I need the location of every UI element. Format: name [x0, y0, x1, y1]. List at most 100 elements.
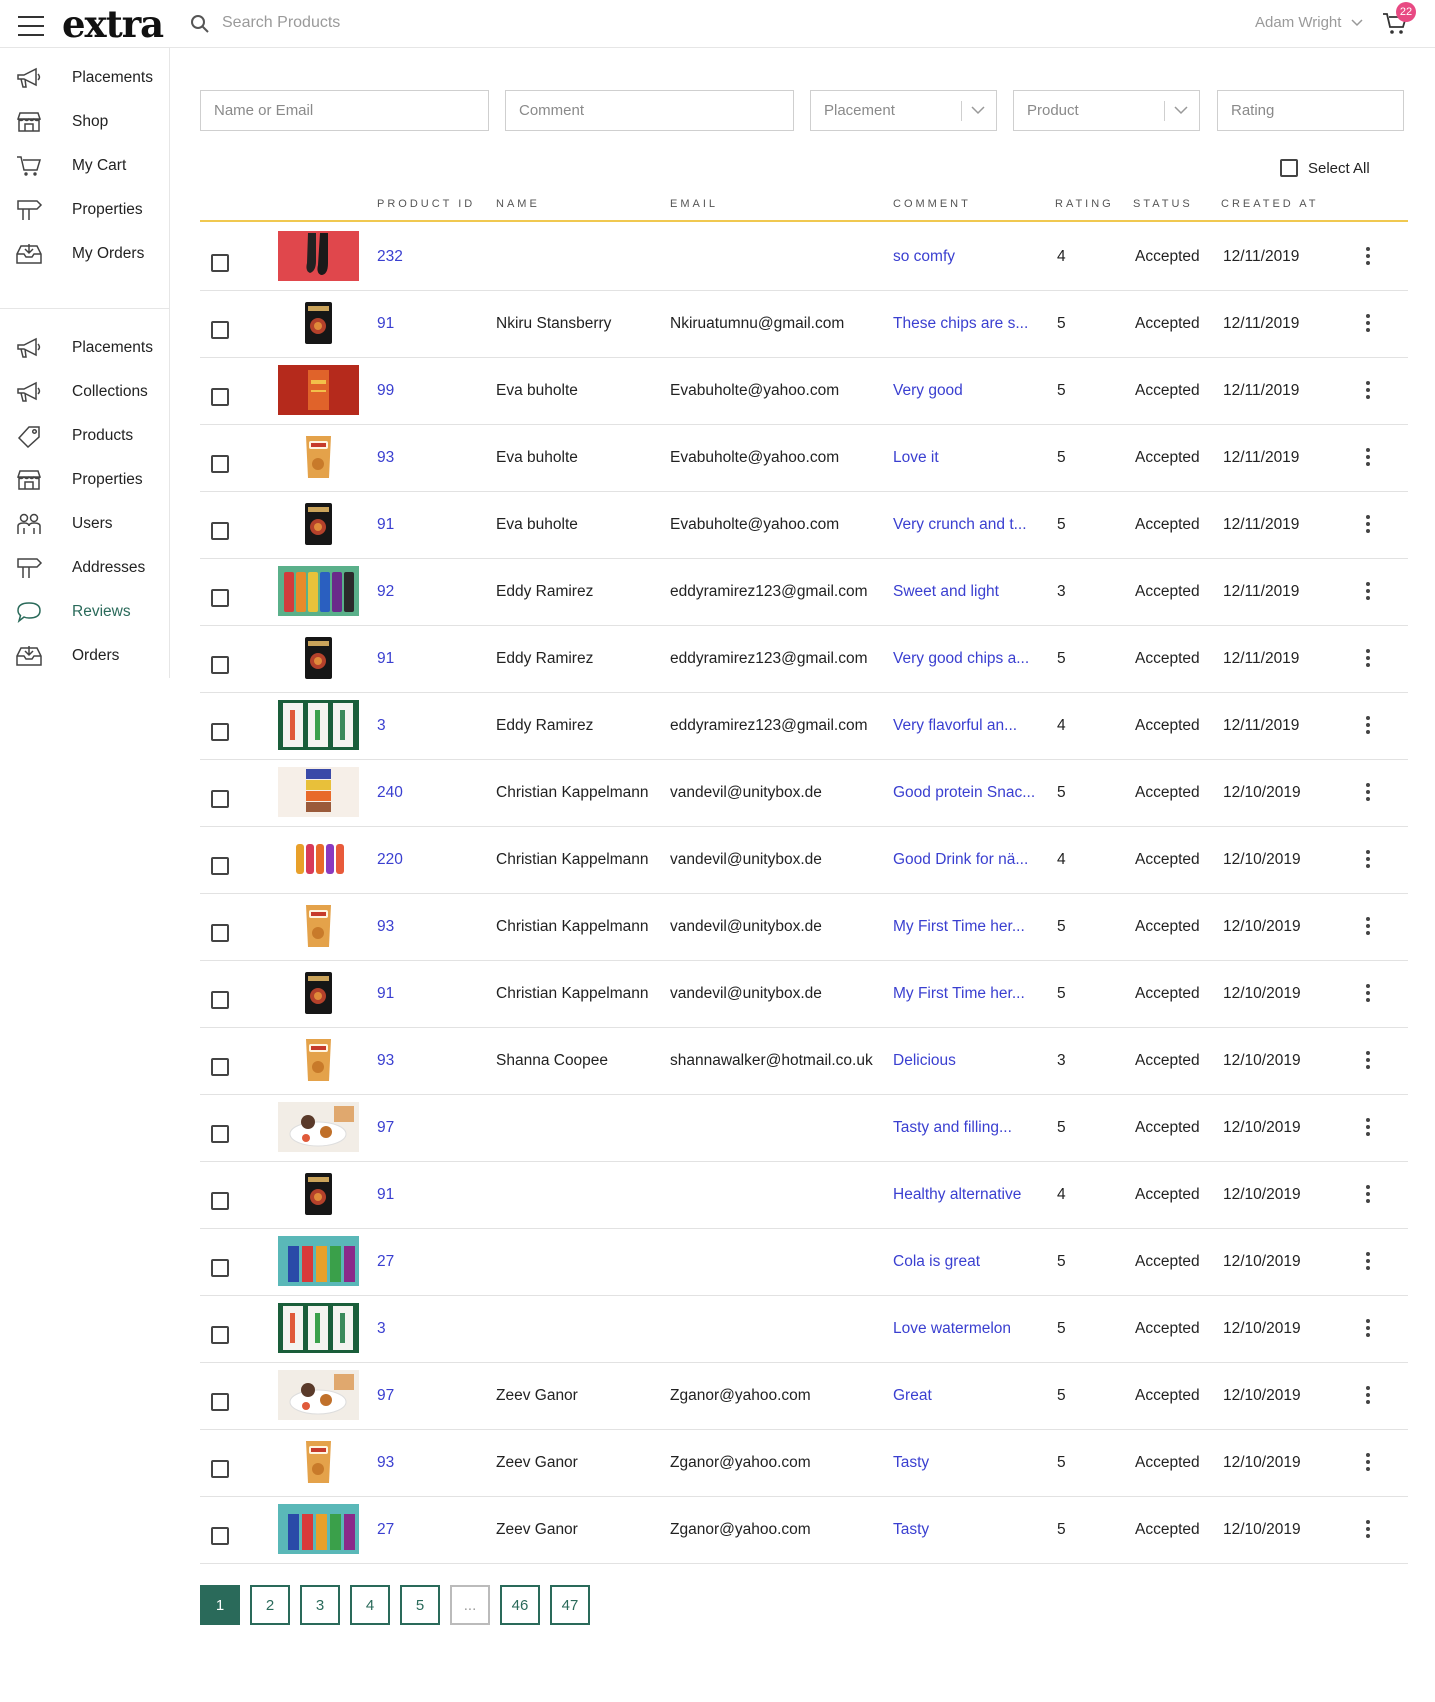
- review-comment-link[interactable]: My First Time her...: [893, 918, 1025, 936]
- page-button[interactable]: 3: [300, 1585, 340, 1625]
- review-comment-link[interactable]: These chips are s...: [893, 315, 1028, 333]
- product-id-link[interactable]: 91: [377, 1186, 394, 1204]
- more-vert-icon[interactable]: [1360, 1115, 1376, 1143]
- column-header-status[interactable]: Status: [1133, 198, 1193, 210]
- product-id-link[interactable]: 232: [377, 248, 403, 266]
- row-checkbox[interactable]: [211, 254, 229, 272]
- product-id-link[interactable]: 99: [377, 382, 394, 400]
- review-comment-link[interactable]: Cola is great: [893, 1253, 980, 1271]
- sidebar-item-reviews[interactable]: Reviews: [0, 590, 169, 634]
- row-checkbox[interactable]: [211, 1259, 229, 1277]
- row-checkbox[interactable]: [211, 1527, 229, 1545]
- page-button[interactable]: 5: [400, 1585, 440, 1625]
- sidebar-item-users[interactable]: Users: [0, 502, 169, 546]
- row-checkbox[interactable]: [211, 1326, 229, 1344]
- review-comment-link[interactable]: Tasty: [893, 1454, 929, 1472]
- row-checkbox[interactable]: [211, 924, 229, 942]
- product-select[interactable]: Product: [1013, 90, 1200, 131]
- more-vert-icon[interactable]: [1360, 981, 1376, 1009]
- review-comment-link[interactable]: Very good chips a...: [893, 650, 1029, 668]
- review-comment-link[interactable]: so comfy: [893, 248, 955, 266]
- page-button[interactable]: 4: [350, 1585, 390, 1625]
- column-header-product-id[interactable]: Product ID: [377, 198, 475, 210]
- product-id-link[interactable]: 27: [377, 1521, 394, 1539]
- sidebar-item-my-orders[interactable]: My Orders: [0, 232, 169, 276]
- page-button[interactable]: 46: [500, 1585, 540, 1625]
- product-id-link[interactable]: 27: [377, 1253, 394, 1271]
- row-checkbox[interactable]: [211, 991, 229, 1009]
- review-comment-link[interactable]: Tasty: [893, 1521, 929, 1539]
- product-id-link[interactable]: 97: [377, 1387, 394, 1405]
- sidebar-item-collections[interactable]: Collections: [0, 370, 169, 414]
- row-checkbox[interactable]: [211, 1460, 229, 1478]
- search-input[interactable]: [222, 10, 642, 36]
- product-id-link[interactable]: 93: [377, 449, 394, 467]
- review-comment-link[interactable]: Very good: [893, 382, 963, 400]
- more-vert-icon[interactable]: [1360, 1048, 1376, 1076]
- review-comment-link[interactable]: Love watermelon: [893, 1320, 1011, 1338]
- more-vert-icon[interactable]: [1360, 1517, 1376, 1545]
- row-checkbox[interactable]: [211, 790, 229, 808]
- more-vert-icon[interactable]: [1360, 1249, 1376, 1277]
- product-id-link[interactable]: 220: [377, 851, 403, 869]
- page-button[interactable]: 2: [250, 1585, 290, 1625]
- row-checkbox[interactable]: [211, 388, 229, 406]
- sidebar-item-properties[interactable]: Properties: [0, 188, 169, 232]
- row-checkbox[interactable]: [211, 1393, 229, 1411]
- more-vert-icon[interactable]: [1360, 378, 1376, 406]
- row-checkbox[interactable]: [211, 1058, 229, 1076]
- more-vert-icon[interactable]: [1360, 512, 1376, 540]
- row-checkbox[interactable]: [211, 857, 229, 875]
- product-id-link[interactable]: 91: [377, 315, 394, 333]
- product-id-link[interactable]: 91: [377, 516, 394, 534]
- review-comment-link[interactable]: Sweet and light: [893, 583, 999, 601]
- more-vert-icon[interactable]: [1360, 847, 1376, 875]
- more-vert-icon[interactable]: [1360, 244, 1376, 272]
- review-comment-link[interactable]: Tasty and filling...: [893, 1119, 1012, 1137]
- row-checkbox[interactable]: [211, 656, 229, 674]
- page-button[interactable]: 47: [550, 1585, 590, 1625]
- product-id-link[interactable]: 3: [377, 717, 386, 735]
- product-id-link[interactable]: 97: [377, 1119, 394, 1137]
- placement-select[interactable]: Placement: [810, 90, 997, 131]
- review-comment-link[interactable]: Very crunch and t...: [893, 516, 1027, 534]
- column-header-email[interactable]: Email: [670, 198, 718, 210]
- review-comment-link[interactable]: Very flavorful an...: [893, 717, 1017, 735]
- checkbox[interactable]: [1280, 159, 1298, 177]
- more-vert-icon[interactable]: [1360, 445, 1376, 473]
- row-checkbox[interactable]: [211, 1125, 229, 1143]
- sidebar-item-orders[interactable]: Orders: [0, 634, 169, 678]
- hamburger-menu-icon[interactable]: [18, 16, 44, 36]
- row-checkbox[interactable]: [211, 589, 229, 607]
- more-vert-icon[interactable]: [1360, 311, 1376, 339]
- user-menu[interactable]: Adam Wright: [1255, 14, 1363, 31]
- rating-filter[interactable]: [1217, 90, 1404, 131]
- more-vert-icon[interactable]: [1360, 914, 1376, 942]
- more-vert-icon[interactable]: [1360, 780, 1376, 808]
- sidebar-item-shop[interactable]: Shop: [0, 100, 169, 144]
- more-vert-icon[interactable]: [1360, 1182, 1376, 1210]
- page-button[interactable]: 1: [200, 1585, 240, 1625]
- more-vert-icon[interactable]: [1360, 579, 1376, 607]
- row-checkbox[interactable]: [211, 1192, 229, 1210]
- select-all-checkbox[interactable]: Select All: [1280, 159, 1370, 177]
- more-vert-icon[interactable]: [1360, 713, 1376, 741]
- sidebar-item-placements[interactable]: Placements: [0, 56, 169, 100]
- review-comment-link[interactable]: Good protein Snac...: [893, 784, 1035, 802]
- logo[interactable]: extra: [62, 2, 164, 46]
- column-header-rating[interactable]: Rating: [1055, 198, 1114, 210]
- product-id-link[interactable]: 3: [377, 1320, 386, 1338]
- sidebar-item-admin-placements[interactable]: Placements: [0, 326, 169, 370]
- column-header-created-at[interactable]: Created At: [1221, 198, 1318, 210]
- product-id-link[interactable]: 91: [377, 650, 394, 668]
- product-id-link[interactable]: 93: [377, 1052, 394, 1070]
- sidebar-item-admin-properties[interactable]: Properties: [0, 458, 169, 502]
- review-comment-link[interactable]: My First Time her...: [893, 985, 1025, 1003]
- product-id-link[interactable]: 92: [377, 583, 394, 601]
- comment-filter[interactable]: [505, 90, 794, 131]
- name-or-email-filter[interactable]: [200, 90, 489, 131]
- review-comment-link[interactable]: Delicious: [893, 1052, 956, 1070]
- product-id-link[interactable]: 91: [377, 985, 394, 1003]
- column-header-name[interactable]: Name: [496, 198, 540, 210]
- row-checkbox[interactable]: [211, 723, 229, 741]
